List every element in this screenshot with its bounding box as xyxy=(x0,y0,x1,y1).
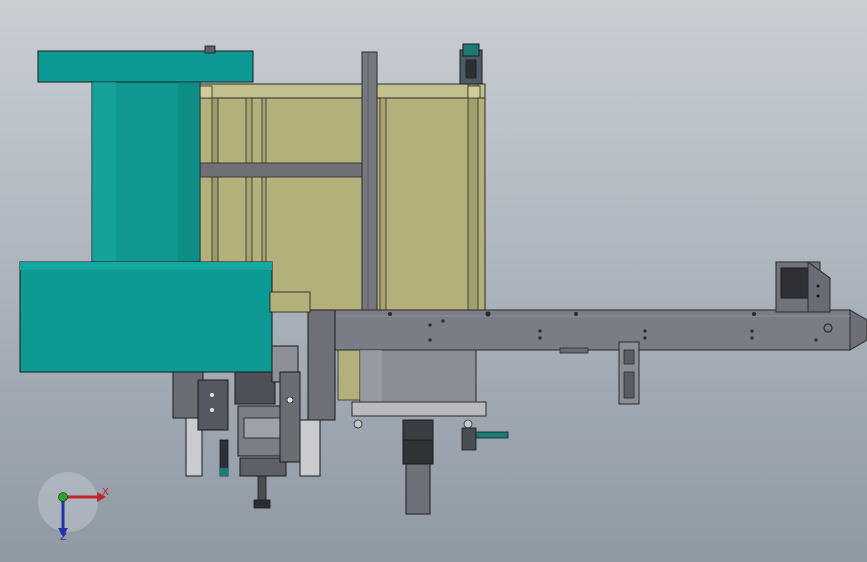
origin-icon xyxy=(58,492,68,502)
top-fixture xyxy=(459,43,483,85)
vertical-post xyxy=(361,51,378,315)
teal-flange xyxy=(19,261,273,373)
drive-motor xyxy=(402,419,509,515)
end-bracket xyxy=(775,261,831,313)
x-axis-label: X xyxy=(102,487,109,498)
assembly-model[interactable] xyxy=(0,0,867,562)
cad-viewport[interactable]: X Z xyxy=(0,0,867,562)
horizontal-beam xyxy=(334,309,867,354)
grey-drum xyxy=(351,349,487,429)
hanging-bracket xyxy=(618,341,640,405)
axis-triad xyxy=(38,472,106,537)
triad-shadow-icon xyxy=(38,472,98,532)
z-axis-label: Z xyxy=(60,532,67,543)
